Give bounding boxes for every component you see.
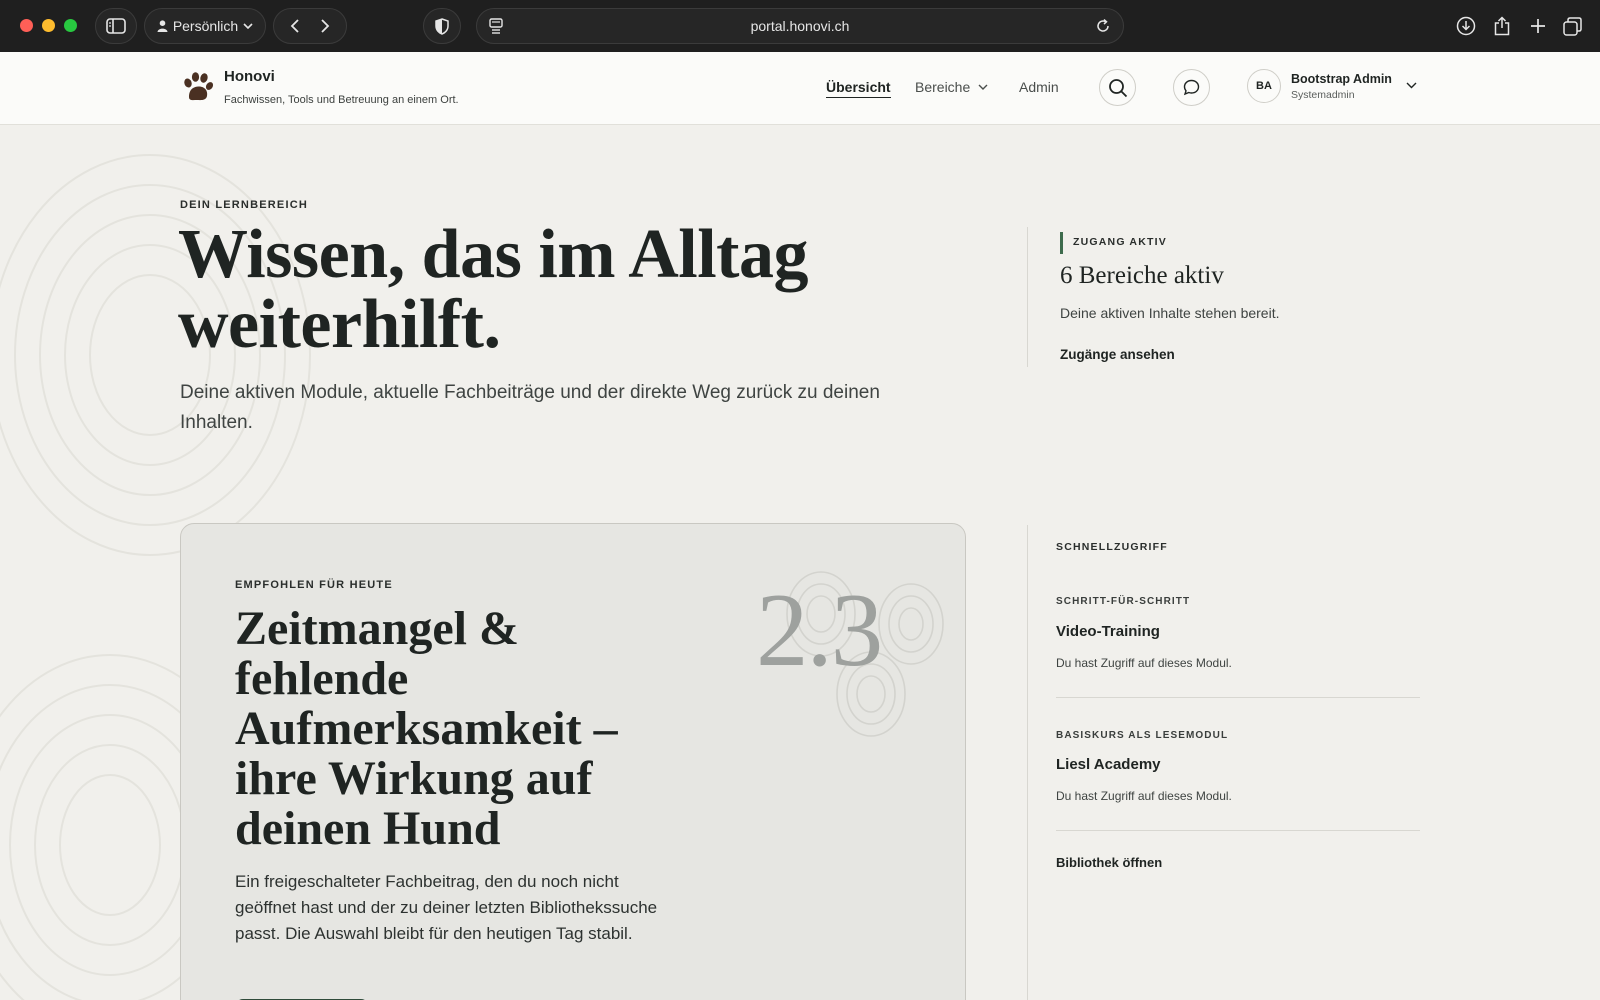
reload-icon[interactable]: [1095, 18, 1111, 34]
person-icon: [157, 20, 168, 32]
quick-item-video-training[interactable]: Video-Training: [1056, 623, 1160, 640]
search-icon: [1108, 78, 1127, 97]
article-number: 2.3: [756, 571, 883, 688]
nav-overview[interactable]: Übersicht: [826, 79, 891, 98]
privacy-report-button[interactable]: [423, 8, 461, 44]
view-access-link[interactable]: Zugänge ansehen: [1060, 347, 1175, 362]
shield-icon: [435, 17, 449, 35]
quick-item-eyebrow: BASISKURS ALS LESEMODUL: [1056, 730, 1229, 741]
quick-item-liesl-academy[interactable]: Liesl Academy: [1056, 756, 1161, 773]
quick-item-description: Du hast Zugriff auf dieses Modul.: [1056, 789, 1232, 803]
nav-admin[interactable]: Admin: [1019, 79, 1059, 95]
back-icon[interactable]: [290, 18, 300, 34]
chevron-down-icon: [978, 84, 988, 90]
chevron-down-icon: [243, 23, 253, 29]
featured-title[interactable]: Zeitmangel & fehlende Aufmerksamkeit – i…: [235, 604, 675, 854]
messages-button[interactable]: [1173, 69, 1210, 106]
brand-name[interactable]: Honovi: [224, 68, 275, 85]
access-accent-bar: [1060, 232, 1063, 254]
access-eyebrow: ZUGANG AKTIV: [1073, 236, 1167, 248]
chevron-down-icon[interactable]: [1406, 82, 1417, 89]
access-description: Deine aktiven Inhalte stehen bereit.: [1060, 305, 1280, 321]
tabs-icon: [1562, 16, 1582, 36]
featured-description: Ein freigeschalteter Fachbeitrag, den du…: [235, 872, 658, 943]
forward-icon[interactable]: [320, 18, 330, 34]
nav-areas[interactable]: Bereiche: [915, 79, 988, 95]
url-text: portal.honovi.ch: [750, 18, 850, 34]
nav-areas-label: Bereiche: [915, 79, 971, 95]
hero-eyebrow: DEIN LERNBEREICH: [180, 199, 308, 211]
access-divider: [1027, 227, 1028, 367]
tab-overview-button[interactable]: [1558, 12, 1586, 40]
paw-logo-icon[interactable]: [180, 70, 214, 104]
plus-icon: [1531, 19, 1545, 33]
featured-eyebrow: EMPFOHLEN FÜR HEUTE: [235, 579, 393, 591]
quick-item-eyebrow: SCHRITT-FÜR-SCHRITT: [1056, 596, 1191, 607]
sidebar-icon: [106, 18, 126, 34]
hero-description: Deine aktiven Module, aktuelle Fachbeitr…: [180, 382, 880, 433]
browser-toolbar: Persönlich portal.honovi.ch: [0, 0, 1600, 52]
quick-item-divider: [1056, 697, 1420, 698]
profile-button[interactable]: Persönlich: [144, 8, 266, 44]
brand-tagline: Fachwissen, Tools und Betreuung an einem…: [224, 94, 459, 106]
download-icon: [1456, 16, 1476, 36]
search-button[interactable]: [1099, 69, 1136, 106]
open-library-link[interactable]: Bibliothek öffnen: [1056, 855, 1162, 870]
zoom-window-button[interactable]: [64, 19, 77, 32]
address-bar[interactable]: portal.honovi.ch: [476, 8, 1124, 44]
sidebar-toggle-button[interactable]: [95, 8, 137, 44]
page-title: Wissen, das im Alltag weiterhilft.: [178, 216, 809, 363]
user-role: Systemadmin: [1291, 89, 1355, 101]
user-name[interactable]: Bootstrap Admin: [1291, 72, 1392, 86]
close-window-button[interactable]: [20, 19, 33, 32]
share-icon: [1494, 16, 1510, 36]
chat-bubble-icon: [1183, 79, 1200, 96]
access-title: 6 Bereiche aktiv: [1060, 262, 1224, 289]
share-button[interactable]: [1488, 12, 1516, 40]
quick-item-description: Du hast Zugriff auf dieses Modul.: [1056, 656, 1232, 670]
avatar[interactable]: BA: [1247, 69, 1281, 103]
new-tab-button[interactable]: [1524, 12, 1552, 40]
profile-label: Persönlich: [172, 18, 239, 34]
history-nav: [273, 8, 347, 44]
quick-item-divider: [1056, 830, 1420, 831]
quick-access-heading: SCHNELLZUGRIFF: [1056, 541, 1168, 553]
site-header: Honovi Fachwissen, Tools und Betreuung a…: [0, 52, 1600, 125]
quick-access-divider: [1027, 525, 1028, 1000]
featured-article-card[interactable]: 2.3 EMPFOHLEN FÜR HEUTE Zeitmangel & feh…: [180, 523, 966, 1000]
minimize-window-button[interactable]: [42, 19, 55, 32]
downloads-button[interactable]: [1452, 12, 1480, 40]
